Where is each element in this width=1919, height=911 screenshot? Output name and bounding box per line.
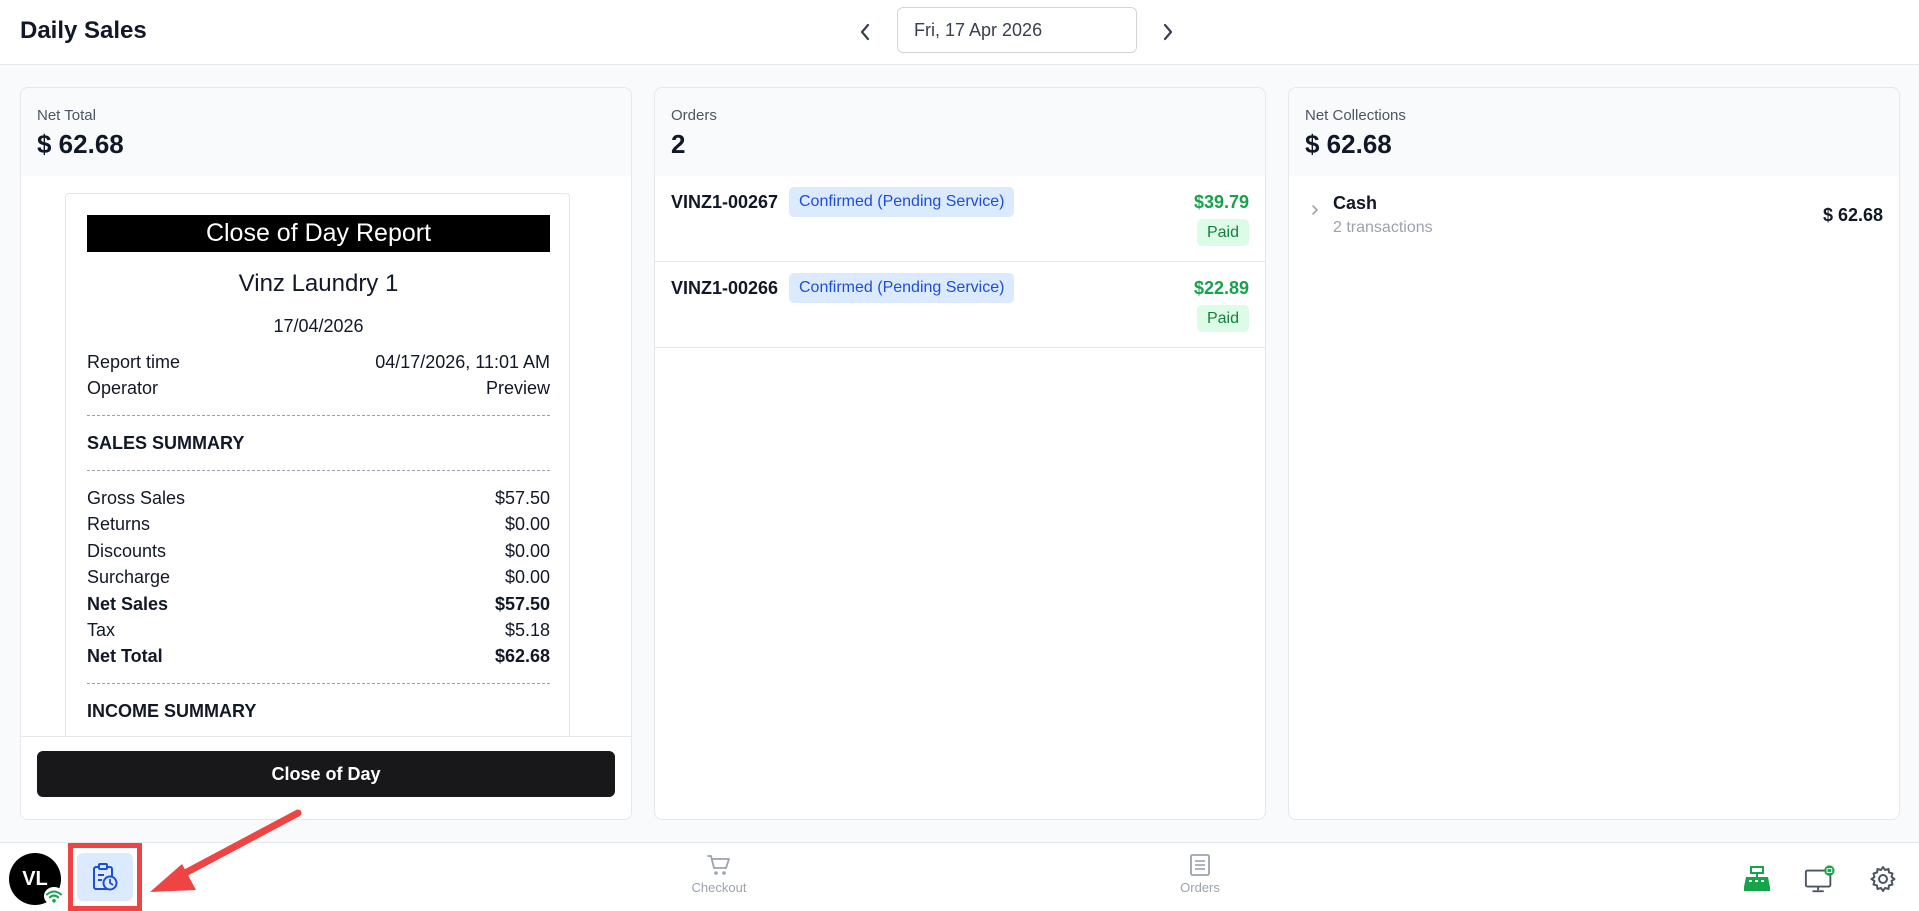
wifi-icon [44, 887, 64, 905]
sales-row-net-sales: Net Sales $57.50 [87, 594, 550, 615]
receipt-divider [87, 415, 550, 416]
order-row[interactable]: VINZ1-00266 Confirmed (Pending Service) … [655, 262, 1265, 348]
close-of-day-button[interactable]: Close of Day [37, 751, 615, 797]
payment-status-badge: Paid [1196, 305, 1249, 332]
chevron-right-icon [1163, 23, 1173, 41]
cart-icon [707, 855, 730, 875]
orders-header: Orders 2 [655, 88, 1265, 176]
meta-label: Report time [87, 352, 181, 372]
income-summary-heading: INCOME SUMMARY [87, 701, 257, 721]
sales-row: Tax $5.18 [87, 620, 550, 641]
sales-row-value: $0.00 [504, 567, 550, 587]
sales-row-label: Tax [87, 620, 116, 640]
sales-row: Surcharge $0.00 [87, 567, 550, 588]
receipt-divider [87, 470, 550, 471]
settings-button[interactable] [1867, 863, 1899, 895]
order-status-badge: Confirmed (Pending Service) [789, 273, 1015, 303]
sales-row-label: Discounts [87, 541, 167, 561]
collections-label: Net Collections [1305, 107, 1406, 124]
sales-row-label: Surcharge [87, 567, 171, 587]
cash-register-icon [1744, 866, 1770, 891]
sales-row-value: $57.50 [494, 594, 550, 614]
meta-value: Preview [485, 378, 550, 398]
gear-icon [1870, 866, 1896, 892]
order-amount: $22.89 [1193, 278, 1249, 298]
meta-value: 04/17/2026, 11:01 AM [375, 352, 550, 372]
sales-row-label: Returns [87, 514, 151, 534]
orders-label: Orders [671, 107, 717, 124]
close-of-day-receipt: Close of Day Report Vinz Laundry 1 17/04… [65, 193, 570, 736]
collections-header: Net Collections $ 62.68 [1289, 88, 1899, 176]
cash-register-button[interactable] [1741, 863, 1773, 895]
sales-row-label: Net Total [87, 646, 163, 666]
receipt-date: 17/04/2026 [273, 316, 364, 336]
payment-status-badge: Paid [1196, 219, 1249, 246]
net-total-footer: Close of Day [21, 736, 631, 819]
checkout-label: Checkout [691, 880, 747, 895]
order-id: VINZ1-00267 [671, 192, 779, 212]
net-total-header: Net Total $ 62.68 [21, 88, 631, 176]
receipt-meta-row: Report time 04/17/2026, 11:01 AM [87, 352, 550, 373]
receipt-shop-name: Vinz Laundry 1 [238, 270, 399, 297]
meta-label: Operator [87, 378, 159, 398]
orders-panel: Orders 2 VINZ1-00267 Confirmed (Pending … [654, 87, 1266, 820]
net-total-panel: Net Total $ 62.68 Close of Day Report Vi… [20, 87, 632, 820]
monitor-icon [1804, 865, 1835, 893]
orders-count: 2 [671, 129, 686, 159]
main-content: Net Total $ 62.68 Close of Day Report Vi… [0, 65, 1919, 842]
sales-row: Discounts $0.00 [87, 541, 550, 562]
net-collections-panel: Net Collections $ 62.68 Cash 2 transacti… [1288, 87, 1900, 820]
sales-row: Returns $0.00 [87, 514, 550, 535]
next-day-button[interactable] [1150, 14, 1186, 50]
order-id: VINZ1-00266 [671, 278, 779, 298]
order-status-badge: Confirmed (Pending Service) [789, 187, 1015, 217]
checkout-nav-button[interactable]: Checkout [669, 853, 769, 907]
sales-row-value: $62.68 [494, 646, 550, 666]
net-total-label: Net Total [37, 107, 96, 124]
page-title: Daily Sales [20, 17, 147, 44]
orders-nav-button[interactable]: Orders [1150, 853, 1250, 907]
orders-label: Orders [1180, 880, 1220, 895]
sales-row-value: $57.50 [494, 488, 550, 508]
receipt-scroll-area[interactable]: Close of Day Report Vinz Laundry 1 17/04… [21, 176, 631, 736]
collection-transaction-count: 2 transactions [1333, 219, 1433, 236]
sales-row-net-total: Net Total $62.68 [87, 646, 550, 667]
receipt-divider [87, 683, 550, 684]
receipt-meta-row: Operator Preview [87, 378, 550, 399]
receipt-icon [1190, 854, 1210, 876]
collection-method-row[interactable]: Cash 2 transactions $ 62.68 [1289, 176, 1899, 256]
customer-display-button[interactable] [1804, 863, 1836, 895]
order-amount: $39.79 [1193, 192, 1249, 212]
chevron-right-icon[interactable] [1311, 203, 1319, 221]
sales-row-value: $0.00 [504, 514, 550, 534]
date-picker-input[interactable]: Fri, 17 Apr 2026 [897, 7, 1137, 53]
top-bar: Daily Sales Fri, 17 Apr 2026 [0, 0, 1919, 65]
receipt-title: Close of Day Report [87, 215, 550, 252]
previous-day-button[interactable] [847, 14, 883, 50]
sales-row-label: Net Sales [87, 594, 169, 614]
sales-row-value: $0.00 [504, 541, 550, 561]
sales-row: Gross Sales $57.50 [87, 488, 550, 509]
collections-value: $ 62.68 [1305, 129, 1392, 159]
highlight-box [68, 843, 142, 911]
chevron-left-icon [860, 23, 870, 41]
sales-row-label: Gross Sales [87, 488, 186, 508]
sales-row-value: $5.18 [504, 620, 550, 640]
collection-amount: $ 62.68 [1822, 205, 1883, 225]
bottom-nav-bar: VL Checkout Orders [0, 842, 1919, 911]
order-row[interactable]: VINZ1-00267 Confirmed (Pending Service) … [655, 176, 1265, 262]
sales-summary-heading: SALES SUMMARY [87, 433, 245, 453]
net-total-value: $ 62.68 [37, 129, 124, 159]
collection-method-name: Cash [1333, 193, 1378, 213]
